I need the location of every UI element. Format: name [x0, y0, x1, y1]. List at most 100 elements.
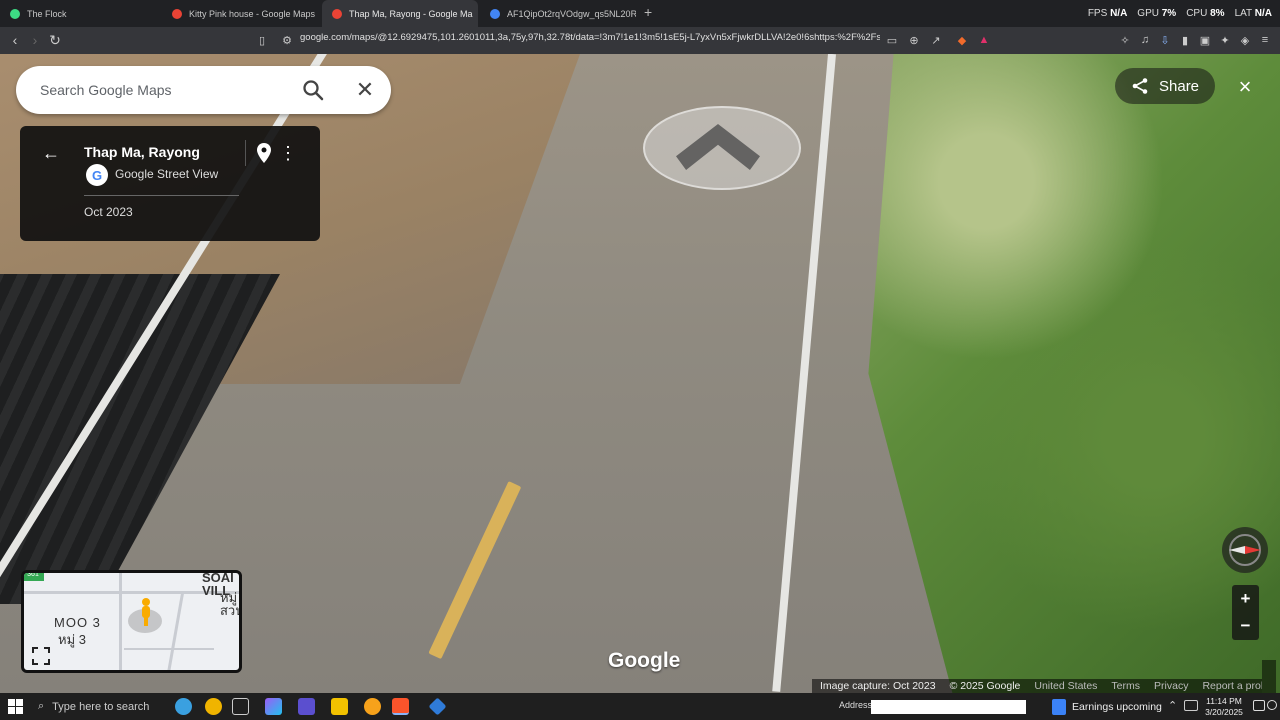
navigation-ring[interactable] — [643, 106, 801, 190]
brave-browser-icon[interactable] — [392, 698, 409, 715]
capture-date[interactable]: Oct 2023 — [84, 205, 133, 219]
minimap[interactable]: 361 MOO 3 หมู่ 3 SOAI VILL หมู่ สวน — [21, 570, 242, 673]
chevron-up-icon[interactable]: ⌃ — [1168, 699, 1177, 712]
tab-kitty-pink-house[interactable]: Kitty Pink house - Google Maps — [162, 0, 320, 27]
focus-assist-icon[interactable] — [1267, 700, 1277, 710]
zoom-out-button[interactable]: − — [1232, 612, 1259, 639]
share-button[interactable]: Share — [1115, 68, 1215, 104]
report-problem-link[interactable]: Report a problem — [1202, 680, 1262, 692]
tab-photo[interactable]: AF1QipOt2rqVOdgw_qs5NL20RtdG — [480, 0, 636, 27]
compass-icon[interactable] — [1222, 527, 1268, 573]
back-icon[interactable]: ‹ — [6, 31, 24, 49]
place-title[interactable]: Thap Ma, Rayong — [84, 144, 200, 160]
share-page-icon[interactable]: ↗ — [929, 33, 943, 47]
new-tab-button[interactable]: + — [644, 4, 652, 20]
cast-icon[interactable]: ▭ — [885, 33, 899, 47]
search-icon[interactable] — [301, 78, 325, 102]
map-road — [119, 573, 122, 670]
expand-map-icon[interactable] — [30, 645, 52, 667]
close-icon[interactable]: ✕ — [353, 77, 377, 102]
bookmark-icon[interactable]: ▯ — [255, 33, 269, 47]
tab-thap-ma-rayong[interactable]: Thap Ma, Rayong - Google Ma × — [322, 0, 478, 27]
address-toolbar-label: Address — [839, 700, 873, 710]
system-clock[interactable]: 11:14 PM 3/20/2025 — [1200, 696, 1248, 718]
yellow-road-marking — [428, 481, 522, 660]
browser-toolbar: ‹ › ↻ ▯ ⚙ google.com/maps/@12.6929475,10… — [0, 27, 1280, 54]
site-info-icon[interactable]: ⚙ — [280, 33, 294, 47]
zoom-in-button[interactable]: + — [1232, 585, 1259, 612]
maps-pin-icon — [332, 8, 342, 19]
extensions-icon[interactable]: ✧ — [1118, 33, 1132, 47]
reload-icon[interactable]: ↻ — [46, 31, 64, 49]
map-label: หมู่ 3 — [58, 632, 86, 647]
cpu-stat: CPU 8% — [1186, 8, 1225, 19]
map-label: หมู่ สวน — [220, 590, 242, 618]
divider — [84, 195, 239, 196]
divider — [245, 140, 246, 166]
address-toolbar-input[interactable] — [871, 700, 1026, 714]
vpn-icon[interactable]: ◈ — [1238, 33, 1252, 47]
privacy-link[interactable]: Privacy — [1154, 680, 1188, 692]
zoom-icon[interactable]: ⊕ — [907, 33, 921, 47]
maps-pin-icon — [172, 8, 182, 19]
map-road — [167, 593, 184, 670]
clock-time: 11:14 PM — [1206, 696, 1242, 706]
back-arrow-icon[interactable]: ← — [40, 142, 62, 164]
black-tarp — [0, 274, 280, 604]
taskbar-search[interactable]: ⌕ Type here to search — [32, 693, 172, 720]
tab-label: The Flock — [27, 8, 67, 19]
brave-rewards-icon[interactable]: ▲ — [977, 33, 991, 47]
file-explorer-icon[interactable] — [331, 698, 348, 715]
pegman-icon[interactable] — [139, 597, 153, 627]
browser-tab-strip: The Flock Kitty Pink house - Google Maps… — [0, 0, 1280, 27]
tab-label: Kitty Pink house - Google Maps — [189, 8, 316, 19]
copilot-icon[interactable] — [265, 698, 282, 715]
map-label: MOO 3 — [54, 615, 101, 630]
url-field[interactable]: google.com/maps/@12.6929475,101.2601011,… — [300, 32, 880, 43]
region-link[interactable]: United States — [1034, 680, 1097, 692]
place-info-card: ← Thap Ma, Rayong G Google Street View ⋮… — [20, 126, 320, 241]
app-icon[interactable] — [428, 697, 447, 716]
news-icon[interactable] — [205, 698, 222, 715]
menu-icon[interactable]: ≡ — [1258, 33, 1272, 47]
play-icon — [10, 8, 20, 19]
terms-link[interactable]: Terms — [1111, 680, 1140, 692]
google-logo-icon: G — [86, 164, 108, 186]
latency-stat: LAT N/A — [1234, 8, 1272, 19]
wallet-icon[interactable]: ▣ — [1198, 33, 1212, 47]
news-widget[interactable]: Earnings upcoming — [1052, 693, 1162, 720]
tab-the-flock[interactable]: The Flock — [0, 0, 160, 27]
share-label: Share — [1159, 77, 1200, 95]
sidebar-icon[interactable]: ▮ — [1178, 33, 1192, 47]
footer-side-controls[interactable] — [1262, 660, 1276, 693]
map-pin-icon[interactable] — [254, 142, 274, 164]
windows-start-icon[interactable] — [8, 699, 23, 714]
google-watermark: Google — [608, 649, 681, 672]
teams-icon[interactable] — [298, 698, 315, 715]
weather-icon[interactable] — [175, 698, 192, 715]
tab-label: Thap Ma, Rayong - Google Ma — [349, 8, 473, 19]
download-icon[interactable]: ⇩ — [1158, 33, 1172, 47]
clock-date: 3/20/2025 — [1205, 707, 1243, 717]
forward-icon[interactable]: › — [26, 31, 44, 49]
vlc-icon[interactable] — [364, 698, 381, 715]
keyboard-icon[interactable] — [1184, 700, 1198, 711]
close-street-view-icon[interactable]: × — [1230, 72, 1260, 102]
more-options-icon[interactable]: ⋮ — [279, 142, 297, 164]
task-view-icon[interactable] — [232, 698, 249, 715]
zoom-controls: + − — [1232, 585, 1259, 640]
notifications-icon[interactable] — [1253, 700, 1265, 711]
media-icon[interactable]: ♫ — [1138, 33, 1152, 47]
brave-shield-icon[interactable]: ◆ — [955, 33, 969, 47]
document-icon — [1052, 698, 1066, 715]
leo-ai-icon[interactable]: ✦ — [1218, 33, 1232, 47]
performance-overlay: FPS N/A GPU 7% CPU 8% LAT N/A — [1088, 0, 1272, 27]
taskbar-search-placeholder: Type here to search — [52, 700, 150, 713]
grass-verge — [868, 54, 1280, 693]
search-box: ✕ — [16, 66, 391, 114]
photos-icon — [490, 8, 500, 19]
fps-stat: FPS N/A — [1087, 8, 1128, 19]
map-road — [124, 648, 214, 650]
tab-label: AF1QipOt2rqVOdgw_qs5NL20RtdG — [507, 8, 636, 19]
search-input[interactable] — [40, 80, 290, 100]
